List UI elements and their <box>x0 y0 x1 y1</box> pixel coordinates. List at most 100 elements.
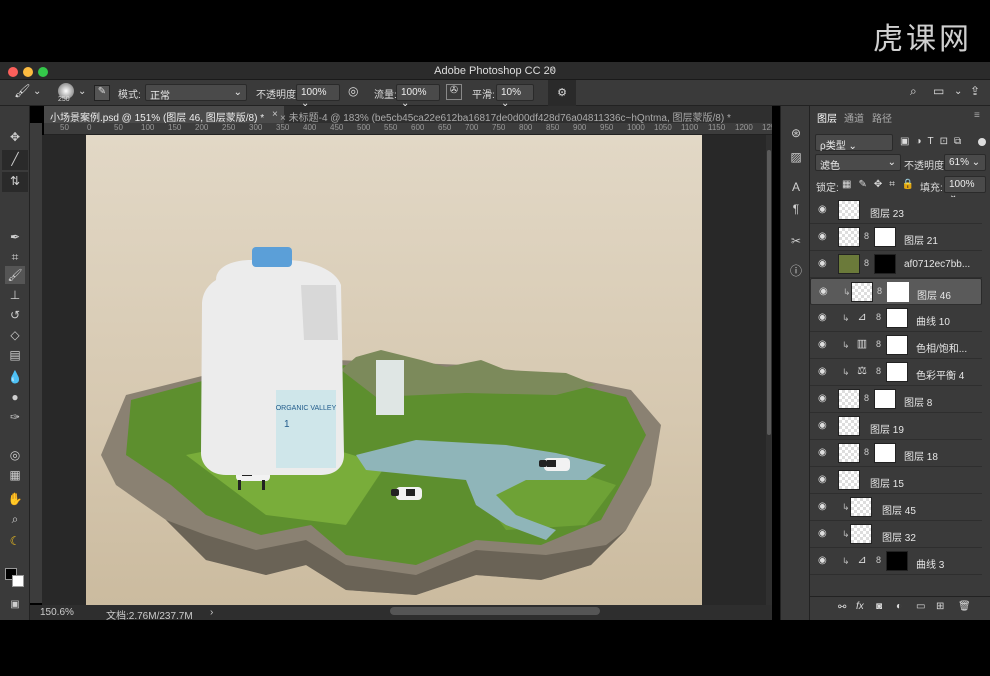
eye-icon[interactable]: ◉ <box>818 313 830 323</box>
eye-icon[interactable]: ◉ <box>818 529 830 539</box>
layer-mask-thumbnail[interactable] <box>886 362 908 382</box>
airbrush-icon[interactable]: ✇ <box>446 84 462 100</box>
layer-row[interactable]: ◉ 8 图层 18 <box>810 440 982 467</box>
layer-mask-thumbnail[interactable] <box>886 551 908 571</box>
blend-mode-select[interactable]: 滤色 ⌄ <box>815 154 901 172</box>
layer-mask-thumbnail[interactable] <box>887 282 909 302</box>
layer-row[interactable]: ◉ ↳ 图层 32 <box>810 521 982 548</box>
layer-row[interactable]: ◉ 图层 19 <box>810 413 982 440</box>
link-layers-icon[interactable]: ⚯ <box>838 602 846 613</box>
layer-mask-thumbnail[interactable] <box>874 254 896 274</box>
tab-layers[interactable]: 图层 <box>817 110 837 125</box>
hand-tool-icon[interactable]: ✋ <box>5 490 25 508</box>
adjustments-icon[interactable]: ▨ <box>786 148 806 166</box>
search-icon[interactable]: ⌕ <box>910 84 917 99</box>
brush-tool-icon[interactable]: 🖌 <box>5 266 25 284</box>
add-mask-icon[interactable]: ◙ <box>876 601 882 612</box>
layer-row[interactable]: ◉ ↳ ▥ 8 色相/饱和... <box>810 332 982 359</box>
horizontal-scroll-thumb[interactable] <box>390 607 600 615</box>
filter-icons[interactable]: ▣◑T⊡⧉ <box>900 136 967 147</box>
tools-preset-icon[interactable]: ✂ <box>786 232 806 250</box>
trash-icon[interactable]: 🗑 <box>958 601 971 612</box>
close-icon[interactable]: × <box>549 65 555 76</box>
layer-row-selected[interactable]: ◉ ↳ 8 图层 46 <box>810 278 982 305</box>
workspace-icon[interactable]: ▭ <box>933 84 944 98</box>
eyedropper-icon[interactable]: ✒ <box>5 228 25 246</box>
brush-settings-icon[interactable]: ✎ <box>94 85 110 101</box>
dodge-tool-icon[interactable]: ● <box>5 388 25 406</box>
lock-icons[interactable]: ▦✎✥⌗🔒 <box>842 179 921 190</box>
layer-opacity-field[interactable]: 61% ⌄ <box>944 154 986 171</box>
layer-mask-thumbnail[interactable] <box>874 389 896 409</box>
edit-mode-icon[interactable]: ▣ <box>5 596 25 614</box>
mode-select[interactable]: 正常 ⌄ <box>145 84 247 102</box>
eye-icon[interactable]: ◉ <box>818 232 830 242</box>
character-icon[interactable]: A <box>786 178 806 196</box>
chevron-down-icon[interactable]: ⌄ <box>954 86 962 97</box>
eye-icon[interactable]: ◉ <box>818 502 830 512</box>
eye-icon[interactable]: ◉ <box>818 448 830 458</box>
crop-tool-icon[interactable]: ⌗ <box>5 248 25 266</box>
document-canvas[interactable]: ORGANIC VALLEY 1 <box>86 135 702 605</box>
opacity-field[interactable]: 100% ⌄ <box>296 84 340 109</box>
flow-field[interactable]: 100% ⌄ <box>396 84 440 109</box>
eye-icon[interactable]: ◉ <box>818 556 830 566</box>
quick-mask-icon[interactable]: ◎ <box>5 446 25 464</box>
screen-mode-icon[interactable]: ▦ <box>5 466 25 484</box>
fx-icon[interactable]: fx <box>856 601 864 612</box>
move-tool-icon[interactable]: ✥ <box>5 128 25 146</box>
layer-row[interactable]: ◉ 8 af0712ec7bb... <box>810 251 982 278</box>
eye-icon[interactable]: ◉ <box>818 367 830 377</box>
new-layer-icon[interactable]: ⊞ <box>936 601 944 612</box>
layer-mask-thumbnail[interactable] <box>886 308 908 328</box>
chevron-down-icon[interactable]: ⌄ <box>33 86 41 97</box>
pressure-opacity-icon[interactable]: ◎ <box>348 84 358 98</box>
brush-flyout[interactable]: ╱ <box>2 150 28 170</box>
layer-mask-thumbnail[interactable] <box>874 443 896 463</box>
share-icon[interactable]: ⇪ <box>970 84 980 98</box>
pen-tool-icon[interactable]: ✑ <box>5 408 25 426</box>
eye-icon[interactable]: ◉ <box>818 394 830 404</box>
brush-settings-flyout[interactable]: ⇅ <box>2 172 28 192</box>
tab-document-2[interactable]: × 未标题-4 @ 183% (be5cb45ca22e612ba16817de… <box>274 106 772 123</box>
chevron-down-icon[interactable]: ⌄ <box>78 86 86 97</box>
info-icon[interactable]: ⓘ <box>786 262 806 280</box>
eraser-icon[interactable]: ◇ <box>5 326 25 344</box>
fill-field[interactable]: 100% ⌄ <box>944 176 986 201</box>
eye-icon[interactable]: ◉ <box>818 340 830 350</box>
layer-filter-select[interactable]: ρ类型 ⌄ <box>815 134 893 152</box>
eye-icon[interactable]: ◉ <box>818 421 830 431</box>
layer-row[interactable]: ◉ ↳ 图层 45 <box>810 494 982 521</box>
stamp-tool-icon[interactable]: ⊥ <box>5 286 25 304</box>
tab-paths[interactable]: 路径 <box>872 110 892 125</box>
layer-mask-thumbnail[interactable] <box>874 227 896 247</box>
eye-icon[interactable]: ◉ <box>818 475 830 485</box>
layer-row[interactable]: ◉ ↳ ⊿ 8 曲线 10 <box>810 305 982 332</box>
adjustment-layer-icon[interactable]: ◐ <box>896 601 902 612</box>
paragraph-icon[interactable]: ¶ <box>786 200 806 218</box>
zoom-tool-icon[interactable]: ⌕ <box>5 510 25 528</box>
brush-icon[interactable]: 🖌 <box>14 83 31 99</box>
gradient-tool-icon[interactable]: ▤ <box>5 346 25 364</box>
blur-tool-icon[interactable]: 💧 <box>5 368 25 386</box>
eye-icon[interactable]: ◉ <box>818 259 830 269</box>
smoothing-field[interactable]: 10% ⌄ <box>496 84 534 109</box>
scroll-thumb[interactable] <box>767 150 771 435</box>
layer-mask-thumbnail[interactable] <box>886 335 908 355</box>
tab-channels[interactable]: 通道 <box>844 110 864 125</box>
history-brush-icon[interactable]: ↺ <box>5 306 25 324</box>
layer-row[interactable]: ◉ 图层 15 <box>810 467 982 494</box>
background-color-swatch[interactable] <box>12 575 24 587</box>
filter-toggle[interactable] <box>978 138 986 146</box>
smoothing-options-icon[interactable]: ⚙ <box>548 80 576 106</box>
eye-icon[interactable]: ◉ <box>818 205 830 215</box>
group-icon[interactable]: ▭ <box>916 601 925 612</box>
tab-document-1[interactable]: 小场景案例.psd @ 151% (图层 46, 图层蒙版/8) * <box>44 106 266 123</box>
zoom-level[interactable]: 150.6% <box>40 607 74 618</box>
layer-row[interactable]: ◉ 8 图层 21 <box>810 224 982 251</box>
layer-row[interactable]: ◉ 8 图层 8 <box>810 386 982 413</box>
panel-menu-icon[interactable]: ≡ <box>974 110 980 121</box>
layer-row[interactable]: ◉ 图层 23 <box>810 197 982 224</box>
status-menu-arrow[interactable]: › <box>210 607 213 618</box>
eye-icon[interactable]: ◉ <box>819 287 831 297</box>
